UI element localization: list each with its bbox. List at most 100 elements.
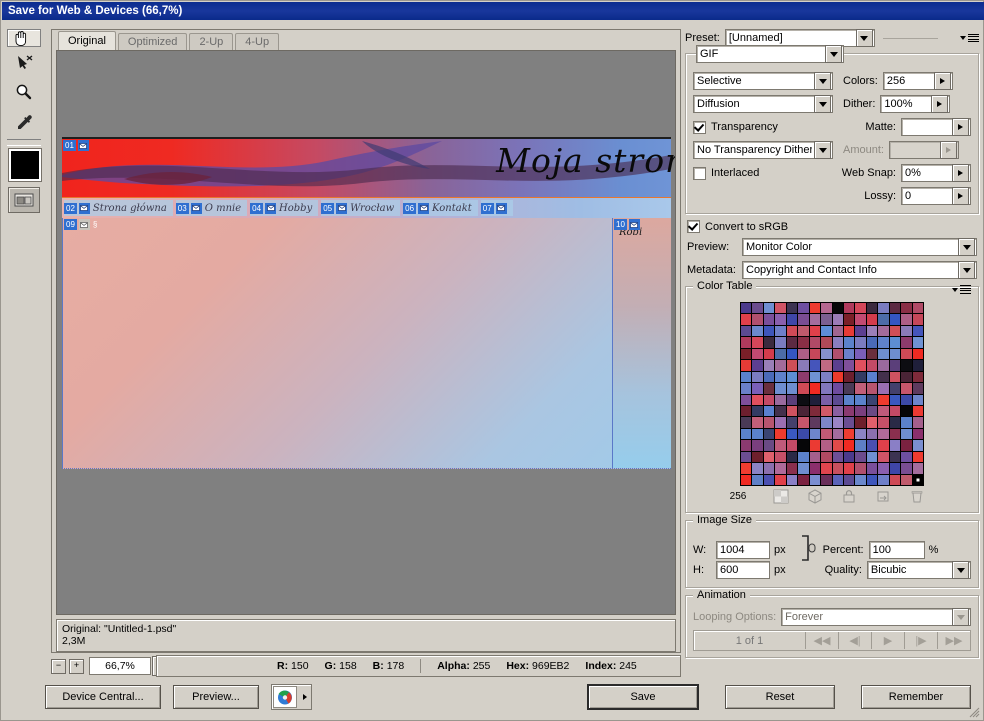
color-swatch[interactable] (752, 405, 763, 417)
file-format-dropdown[interactable]: GIF (696, 45, 844, 63)
color-swatch[interactable] (901, 463, 912, 474)
color-swatch[interactable] (855, 325, 866, 337)
color-swatch[interactable] (855, 451, 866, 463)
color-swatch[interactable] (763, 451, 775, 463)
color-swatch[interactable] (752, 360, 763, 371)
color-swatch[interactable] (775, 474, 786, 485)
color-swatch[interactable] (741, 463, 752, 474)
color-swatch[interactable] (798, 371, 809, 383)
color-swatch[interactable] (809, 371, 821, 383)
resize-grip[interactable] (968, 706, 980, 718)
color-swatch[interactable] (889, 371, 901, 383)
color-swatch[interactable] (775, 383, 786, 394)
color-swatch[interactable] (901, 314, 912, 325)
nav-item-05[interactable]: 05 Wrocław (321, 200, 401, 216)
color-swatch[interactable] (832, 463, 843, 474)
color-swatch[interactable] (763, 360, 775, 371)
color-swatch[interactable] (843, 451, 855, 463)
color-swatch[interactable] (855, 383, 866, 394)
color-swatch[interactable] (809, 474, 821, 485)
color-swatch[interactable] (821, 463, 832, 474)
tab-optimized[interactable]: Optimized (117, 33, 188, 50)
color-swatch[interactable] (763, 474, 775, 485)
color-swatch[interactable] (889, 303, 901, 314)
zoom-tool[interactable] (7, 77, 41, 107)
web-snap-field[interactable]: 0% (901, 164, 971, 182)
color-swatch[interactable] (752, 417, 763, 428)
color-swatch[interactable] (832, 383, 843, 394)
color-swatch[interactable] (809, 325, 821, 337)
color-swatch[interactable] (889, 394, 901, 405)
slice-badge-10[interactable]: 10 (614, 219, 640, 230)
color-swatch[interactable] (832, 428, 843, 440)
color-swatch[interactable] (775, 337, 786, 348)
color-swatch[interactable] (741, 314, 752, 325)
color-swatch[interactable] (752, 337, 763, 348)
color-swatch[interactable] (832, 314, 843, 325)
color-swatch[interactable] (775, 417, 786, 428)
color-swatch[interactable] (752, 428, 763, 440)
lock-icon[interactable] (841, 489, 857, 504)
color-swatch[interactable] (798, 428, 809, 440)
color-swatch[interactable] (798, 360, 809, 371)
color-swatch[interactable] (889, 417, 901, 428)
color-swatch[interactable] (912, 394, 923, 405)
color-swatch[interactable] (741, 417, 752, 428)
color-swatch[interactable] (786, 314, 798, 325)
color-swatch[interactable] (786, 348, 798, 360)
color-swatch[interactable] (775, 463, 786, 474)
color-swatch[interactable] (843, 360, 855, 371)
color-swatch[interactable] (809, 360, 821, 371)
color-swatch[interactable] (809, 451, 821, 463)
color-swatch[interactable] (889, 337, 901, 348)
color-swatch[interactable] (843, 440, 855, 451)
color-swatch[interactable] (786, 371, 798, 383)
tab-original[interactable]: Original (58, 31, 116, 50)
color-swatch[interactable] (821, 428, 832, 440)
color-swatch[interactable] (821, 325, 832, 337)
color-swatch[interactable] (763, 405, 775, 417)
interlaced-checkbox[interactable] (693, 166, 706, 180)
color-swatch[interactable] (809, 348, 821, 360)
preview-button[interactable]: Preview... (173, 685, 259, 709)
toggle-slices-visibility-button[interactable] (8, 187, 40, 213)
color-swatch[interactable] (832, 303, 843, 314)
color-swatch[interactable] (741, 348, 752, 360)
color-swatch[interactable] (912, 428, 923, 440)
color-swatch[interactable] (912, 325, 923, 337)
color-swatch[interactable] (912, 440, 923, 451)
color-swatch[interactable] (901, 451, 912, 463)
color-swatch[interactable] (832, 474, 843, 485)
preset-panel-menu-icon[interactable] (960, 33, 979, 43)
color-swatch[interactable] (798, 337, 809, 348)
color-swatch[interactable] (866, 417, 878, 428)
color-swatch[interactable] (855, 428, 866, 440)
color-swatch[interactable] (866, 451, 878, 463)
matte-dropdown-arrow[interactable] (952, 118, 969, 136)
color-swatch[interactable] (798, 348, 809, 360)
color-swatch[interactable] (786, 451, 798, 463)
color-swatch[interactable] (786, 360, 798, 371)
eyedropper-tool[interactable] (7, 107, 41, 137)
color-swatch[interactable] (798, 314, 809, 325)
color-swatch[interactable] (809, 405, 821, 417)
color-swatch[interactable] (901, 474, 912, 485)
color-swatch[interactable] (843, 405, 855, 417)
color-swatch[interactable] (912, 337, 923, 348)
color-swatch[interactable] (901, 405, 912, 417)
color-swatch[interactable] (878, 474, 889, 485)
color-swatch[interactable] (912, 371, 923, 383)
color-swatch[interactable] (741, 360, 752, 371)
color-swatch[interactable] (763, 314, 775, 325)
color-swatch[interactable] (786, 428, 798, 440)
color-swatch[interactable] (901, 383, 912, 394)
color-swatch[interactable] (866, 405, 878, 417)
color-swatch[interactable] (866, 348, 878, 360)
nav-item-03[interactable]: 03 O mnie (175, 200, 248, 216)
color-swatch[interactable] (821, 303, 832, 314)
color-swatch[interactable] (901, 440, 912, 451)
color-swatch[interactable] (763, 383, 775, 394)
color-swatch[interactable] (855, 303, 866, 314)
color-swatch[interactable] (798, 383, 809, 394)
color-swatch[interactable] (775, 303, 786, 314)
